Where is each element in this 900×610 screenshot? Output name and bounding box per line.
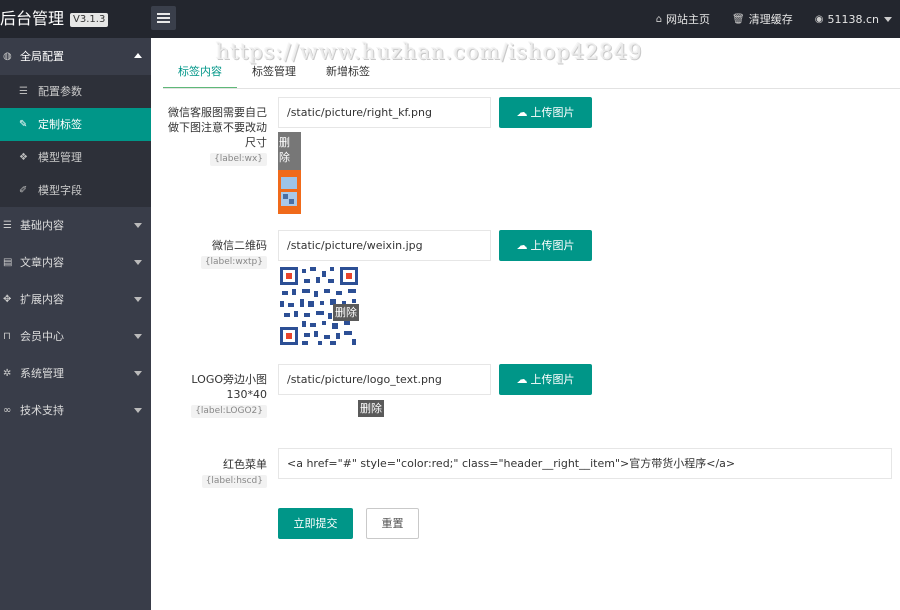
sidebar-group-support[interactable]: ∞ 技术支持 (0, 392, 151, 429)
sidebar-group-basic[interactable]: ☰ 基础内容 (0, 207, 151, 244)
logo-delete-button[interactable]: 删除 (358, 400, 384, 417)
sidebar: ◍ 全局配置 ☰ 配置参数 ✎ 定制标签 ❖ 模型管理 ✐ 模型字段 ☰ 基础内… (0, 38, 151, 610)
top-links: ⌂ 网站主页 🗑 清理缓存 ◉ 51138.cn (634, 0, 892, 38)
expand-icon: ✥ (3, 294, 12, 305)
field-label: 红色菜单 {label:hscd} (165, 457, 267, 488)
globe-icon: ◍ (3, 51, 12, 62)
field-label: LOGO旁边小图130*40 {label:LOGO2} (191, 373, 267, 418)
label-tag: {label:wxtp} (200, 256, 267, 269)
sidebar-item-models[interactable]: ❖ 模型管理 (0, 141, 151, 174)
wrench-icon: ✎ (19, 119, 28, 130)
sidebar-group-member[interactable]: ⊓ 会员中心 (0, 318, 151, 355)
kf-image-input[interactable]: /static/picture/right_kf.png (278, 97, 491, 128)
tab-bar: 标签内容 标签管理 新增标签 (163, 61, 385, 89)
kf-upload-button[interactable]: ☁ 上传图片 (499, 97, 592, 128)
label-tag: {label:LOGO2} (191, 405, 267, 418)
tab-label-add[interactable]: 新增标签 (311, 61, 385, 89)
sliders-icon: ☰ (19, 86, 28, 97)
chevron-down-icon (134, 371, 142, 376)
lock-icon: ⊓ (3, 331, 11, 342)
kf-delete-button[interactable]: 删除 (278, 135, 296, 165)
chevron-down-icon (884, 16, 892, 22)
watermark: https://www.huzhan.com/ishop42849 (216, 40, 643, 64)
field-label: 微信二维码 {label:wxtp} (165, 238, 267, 269)
sidebar-group-system[interactable]: ✲ 系统管理 (0, 355, 151, 392)
sidebar-item-labels[interactable]: ✎ 定制标签 (0, 108, 151, 141)
sidebar-group-article[interactable]: ▤ 文章内容 (0, 244, 151, 281)
sidebar-item-params[interactable]: ☰ 配置参数 (0, 75, 151, 108)
chevron-down-icon (134, 260, 142, 265)
user-icon: ◉ (814, 13, 824, 25)
chevron-down-icon (134, 223, 142, 228)
reset-button[interactable]: 重置 (366, 508, 419, 539)
home-icon: ⌂ (655, 13, 663, 25)
top-header: 后台管理 V3.1.3 ⌂ 网站主页 🗑 清理缓存 ◉ 51138.cn (0, 0, 900, 38)
cloud-upload-icon: ☁ (516, 106, 528, 119)
sidebar-group-extend[interactable]: ✥ 扩展内容 (0, 281, 151, 318)
edit-icon: ✐ (19, 185, 28, 196)
brand: 后台管理 V3.1.3 (0, 0, 109, 38)
hscd-html-input[interactable]: <a href="#" style="color:red;" class="he… (278, 448, 892, 479)
hamburger-icon (157, 13, 170, 15)
logo-image-input[interactable]: /static/picture/logo_text.png (278, 364, 491, 395)
sidebar-item-fields[interactable]: ✐ 模型字段 (0, 174, 151, 207)
chevron-up-icon (134, 53, 142, 58)
sidebar-group-global[interactable]: ◍ 全局配置 (0, 38, 151, 75)
sliders-icon: ☰ (3, 220, 12, 231)
document-icon: ▤ (3, 257, 13, 268)
cloud-upload-icon: ☁ (516, 239, 528, 252)
label-tag: {label:wx} (210, 153, 267, 166)
tab-divider (163, 88, 900, 89)
wxtp-upload-button[interactable]: ☁ 上传图片 (499, 230, 592, 261)
tab-label-content[interactable]: 标签内容 (163, 61, 237, 89)
link-icon: ∞ (3, 405, 12, 416)
brand-title: 后台管理 (0, 9, 65, 28)
cube-icon: ❖ (19, 152, 28, 163)
wxtp-image-input[interactable]: /static/picture/weixin.jpg (278, 230, 491, 261)
user-menu[interactable]: ◉ 51138.cn (815, 13, 892, 26)
cloud-upload-icon: ☁ (516, 373, 528, 386)
chevron-down-icon (134, 297, 142, 302)
field-label: 微信客服图需要自己做下图注意不要改动尺寸 {label:wx} (168, 106, 267, 166)
tab-label-manage[interactable]: 标签管理 (237, 61, 311, 89)
main-content: 标签内容 标签管理 新增标签 https://www.huzhan.com/is… (151, 38, 900, 610)
trash-icon: 🗑 (732, 13, 745, 25)
chevron-down-icon (134, 408, 142, 413)
wxtp-delete-button[interactable]: 删除 (333, 304, 359, 321)
logo-upload-button[interactable]: ☁ 上传图片 (499, 364, 592, 395)
gear-icon: ✲ (3, 368, 12, 379)
submit-button[interactable]: 立即提交 (278, 508, 353, 539)
site-home-link[interactable]: ⌂ 网站主页 (656, 11, 710, 27)
menu-toggle-button[interactable] (151, 6, 176, 30)
clear-cache-link[interactable]: 🗑 清理缓存 (732, 11, 793, 27)
label-tag: {label:hscd} (201, 475, 267, 488)
sidebar-sublist: ☰ 配置参数 ✎ 定制标签 ❖ 模型管理 ✐ 模型字段 (0, 75, 151, 207)
version-badge: V3.1.3 (70, 13, 109, 27)
chevron-down-icon (134, 334, 142, 339)
